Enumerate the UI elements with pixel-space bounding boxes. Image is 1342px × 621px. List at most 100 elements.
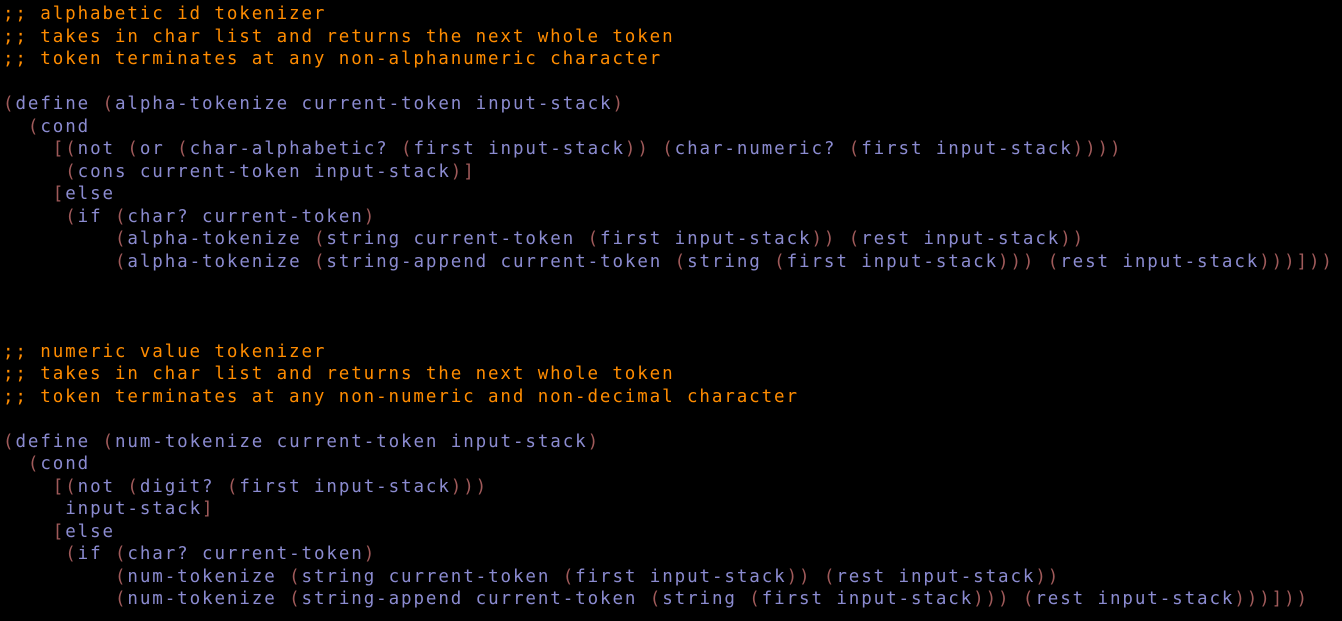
bracket: ( bbox=[65, 161, 78, 182]
bracket: ( bbox=[65, 206, 78, 227]
bracket: ( bbox=[289, 566, 302, 587]
bracket: ) bbox=[1321, 251, 1334, 272]
bracket: ) bbox=[811, 229, 824, 249]
code-line: (define (num-tokenize current-token inpu… bbox=[3, 431, 600, 452]
bracket: ) bbox=[786, 566, 799, 587]
bracket: [ bbox=[52, 184, 66, 204]
bracket: ( bbox=[749, 589, 762, 609]
bracket: ( bbox=[127, 139, 140, 159]
bracket: ) bbox=[450, 476, 464, 497]
bracket: ) bbox=[1072, 229, 1086, 249]
bracket: ) bbox=[363, 544, 377, 564]
bracket: ( bbox=[313, 251, 327, 272]
bracket: ( bbox=[3, 94, 16, 114]
bracket: ) bbox=[1047, 566, 1061, 587]
bracket: ) bbox=[624, 139, 638, 159]
bracket: ( bbox=[127, 476, 140, 497]
code-line: [else bbox=[52, 184, 115, 204]
bracket: ] bbox=[1296, 251, 1309, 272]
bracket: ( bbox=[114, 206, 128, 227]
code-line: ;; token terminates at any non-numeric a… bbox=[3, 386, 799, 407]
code-line: ;; token terminates at any non-alphanume… bbox=[3, 49, 663, 69]
bracket: ) bbox=[475, 476, 489, 497]
code-line: ;; alphabetic id tokenizer bbox=[3, 4, 327, 24]
bracket: ) bbox=[1097, 139, 1110, 159]
bracket: ) bbox=[1284, 251, 1297, 272]
bracket: ( bbox=[562, 566, 576, 587]
code-line: input-stack] bbox=[65, 499, 215, 519]
code-line: (num-tokenize (string current-token (fir… bbox=[114, 566, 1061, 587]
code-line: (define (alpha-tokenize current-token in… bbox=[3, 94, 625, 114]
bracket: ( bbox=[65, 476, 78, 497]
bracket: ] bbox=[202, 499, 215, 519]
bracket: ( bbox=[587, 229, 600, 249]
bracket: ( bbox=[674, 251, 688, 272]
code-line: (cond bbox=[27, 116, 91, 137]
bracket: ) bbox=[612, 94, 625, 114]
bracket: ) bbox=[973, 589, 986, 609]
bracket: ( bbox=[102, 94, 115, 114]
bracket: ) bbox=[1022, 251, 1036, 272]
code-line: (alpha-tokenize (string-append current-t… bbox=[114, 251, 1334, 272]
bracket: ) bbox=[985, 589, 998, 609]
bracket: ( bbox=[102, 431, 115, 452]
bracket: ) bbox=[799, 566, 812, 587]
bracket: ) bbox=[1085, 139, 1098, 159]
bracket: ) bbox=[637, 139, 650, 159]
bracket: ( bbox=[226, 476, 240, 497]
bracket: ) bbox=[1308, 251, 1322, 272]
bracket: ( bbox=[114, 566, 128, 587]
bracket: ( bbox=[114, 544, 128, 564]
code-line: (if (char? current-token) bbox=[65, 544, 377, 564]
bracket: [ bbox=[52, 476, 66, 497]
bracket: ) bbox=[1259, 251, 1272, 272]
bracket: ) bbox=[823, 229, 837, 249]
bracket: ( bbox=[848, 139, 862, 159]
bracket: [ bbox=[52, 139, 66, 159]
bracket: ( bbox=[177, 139, 190, 159]
bracket: ( bbox=[662, 139, 675, 159]
bracket: ( bbox=[65, 544, 78, 564]
bracket: ( bbox=[27, 116, 41, 137]
code-editor[interactable]: ;; alphabetic id tokenizer ;; takes in c… bbox=[0, 3, 1342, 621]
bracket: ( bbox=[649, 589, 663, 609]
code-line: (cons current-token input-stack)] bbox=[65, 161, 476, 182]
bracket: [ bbox=[52, 521, 66, 542]
bracket: ( bbox=[65, 139, 78, 159]
bracket: ( bbox=[774, 251, 787, 272]
code-line: (cond bbox=[27, 454, 91, 474]
bracket: ( bbox=[3, 431, 16, 452]
code-line: (num-tokenize (string-append current-tok… bbox=[114, 589, 1309, 609]
bracket: ( bbox=[401, 139, 414, 159]
bracket: ( bbox=[27, 454, 41, 474]
bracket: ) bbox=[998, 589, 1011, 609]
code-line: [(not (or (char-alphabetic? (first input… bbox=[52, 139, 1123, 159]
bracket: ) bbox=[1284, 589, 1297, 609]
code-line: [else bbox=[52, 521, 115, 542]
bracket: ] bbox=[1271, 589, 1285, 609]
bracket: ( bbox=[823, 566, 837, 587]
bracket: ) bbox=[1234, 589, 1247, 609]
code-line: ;; numeric value tokenizer bbox=[3, 341, 327, 362]
bracket: ) bbox=[1010, 251, 1023, 272]
bracket: ) bbox=[1109, 139, 1123, 159]
bracket: ( bbox=[1022, 589, 1036, 609]
bracket: ) bbox=[1072, 139, 1086, 159]
code-line: [(not (digit? (first input-stack))) bbox=[52, 476, 489, 497]
code-line: (alpha-tokenize (string current-token (f… bbox=[114, 229, 1086, 249]
bracket: ) bbox=[1246, 589, 1260, 609]
bracket: ] bbox=[463, 161, 476, 182]
bracket: ) bbox=[363, 206, 377, 227]
bracket: ( bbox=[289, 589, 302, 609]
bracket: ) bbox=[998, 251, 1011, 272]
bracket: ) bbox=[1259, 589, 1272, 609]
bracket: ( bbox=[114, 251, 128, 272]
bracket: ) bbox=[463, 476, 476, 497]
bracket: ) bbox=[1271, 251, 1285, 272]
bracket: ) bbox=[1296, 589, 1309, 609]
code-line: ;; takes in char list and returns the ne… bbox=[3, 26, 675, 47]
bracket: ( bbox=[114, 229, 128, 249]
bracket: ) bbox=[1060, 229, 1073, 249]
bracket: ( bbox=[1047, 251, 1061, 272]
code-line: (if (char? current-token) bbox=[65, 206, 377, 227]
